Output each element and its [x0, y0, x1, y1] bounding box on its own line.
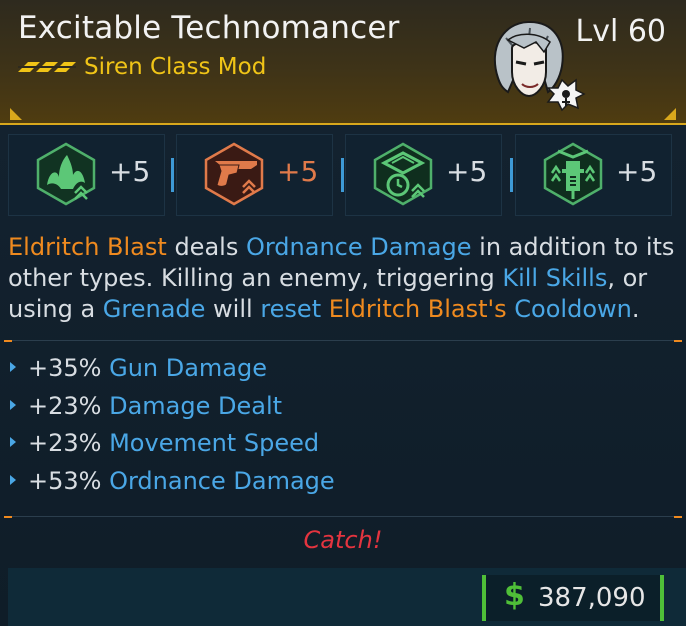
skill-bonus-value: +5 [277, 155, 319, 188]
item-type: Siren Class Mod [84, 54, 267, 80]
divider-tick [674, 516, 682, 518]
keyword-grenade: Grenade [102, 295, 206, 323]
skill-bonus-4[interactable]: +5 [515, 134, 672, 216]
skill-bonus-value: +5 [109, 155, 151, 188]
skill-separator [510, 158, 513, 192]
bullet-arrow-icon [10, 400, 16, 410]
dollar-icon: $ [504, 578, 525, 613]
desc-text: . [631, 295, 640, 323]
keyword-ordnance-damage: Ordnance Damage [245, 233, 472, 261]
skill-bonus-value: +5 [446, 155, 488, 188]
keyword-cooldown: Cooldown [514, 295, 632, 323]
syringe-arrows-icon [543, 142, 603, 206]
price-footer: $ 387,090 [8, 568, 686, 626]
desc-text [321, 295, 329, 323]
keyword-eldritch-blast: Eldritch Blast [8, 233, 167, 261]
skill-bonus-value: +5 [616, 155, 658, 188]
divider-tick [4, 340, 12, 342]
stat-line: +53% Ordnance Damage [10, 467, 335, 499]
stat-line: +35% Gun Damage [10, 354, 267, 386]
item-level: Lvl 60 [575, 14, 666, 49]
price-value: 387,090 [538, 583, 646, 613]
item-name: Excitable Technomancer [18, 10, 400, 46]
stat-name: Movement Speed [109, 429, 320, 457]
section-divider [10, 516, 676, 517]
item-card: Excitable Technomancer Siren Class Mod L… [0, 0, 686, 626]
rarity-chevrons-icon [18, 62, 76, 72]
stat-value: +53% [28, 467, 102, 495]
header-corner-right [664, 108, 676, 120]
stat-value: +35% [28, 354, 102, 382]
stat-name: Damage Dealt [109, 392, 283, 420]
pistol-icon [204, 142, 264, 206]
bullet-arrow-icon [10, 475, 16, 485]
stat-name: Ordnance Damage [109, 467, 335, 495]
desc-text: deals [166, 233, 246, 261]
section-divider [10, 340, 676, 341]
keyword-reset: reset [260, 295, 322, 323]
skill-bonus-3[interactable]: +5 [345, 134, 502, 216]
skill-separator [171, 158, 174, 192]
skill-bonus-row: +5 +5 +5 +5 [8, 134, 678, 216]
leaf-burst-icon [36, 142, 96, 206]
flavor-text: Catch! [303, 526, 383, 554]
keyword-kill-skills: Kill Skills [502, 264, 608, 292]
bullet-arrow-icon [10, 362, 16, 372]
header-corner-left [10, 108, 22, 120]
stat-value: +23% [28, 392, 102, 420]
item-header: Excitable Technomancer Siren Class Mod L… [0, 0, 686, 125]
divider-tick [4, 516, 12, 518]
timer-shield-icon [373, 142, 433, 206]
skill-separator [341, 158, 344, 192]
stat-value: +23% [28, 429, 102, 457]
desc-text: will [205, 295, 261, 323]
skill-bonus-1[interactable]: +5 [8, 134, 165, 216]
stat-name: Gun Damage [109, 354, 268, 382]
stat-line: +23% Movement Speed [10, 429, 319, 461]
bullet-arrow-icon [10, 437, 16, 447]
stat-line: +23% Damage Dealt [10, 392, 282, 424]
siren-portrait-icon [493, 20, 586, 112]
item-description: Eldritch Blast deals Ordnance Damage in … [8, 232, 678, 325]
skill-bonus-2[interactable]: +5 [176, 134, 333, 216]
price-box: $ 387,090 [482, 575, 664, 621]
keyword-eldritch-blasts: Eldritch Blast's [328, 295, 507, 323]
divider-tick [674, 340, 682, 342]
